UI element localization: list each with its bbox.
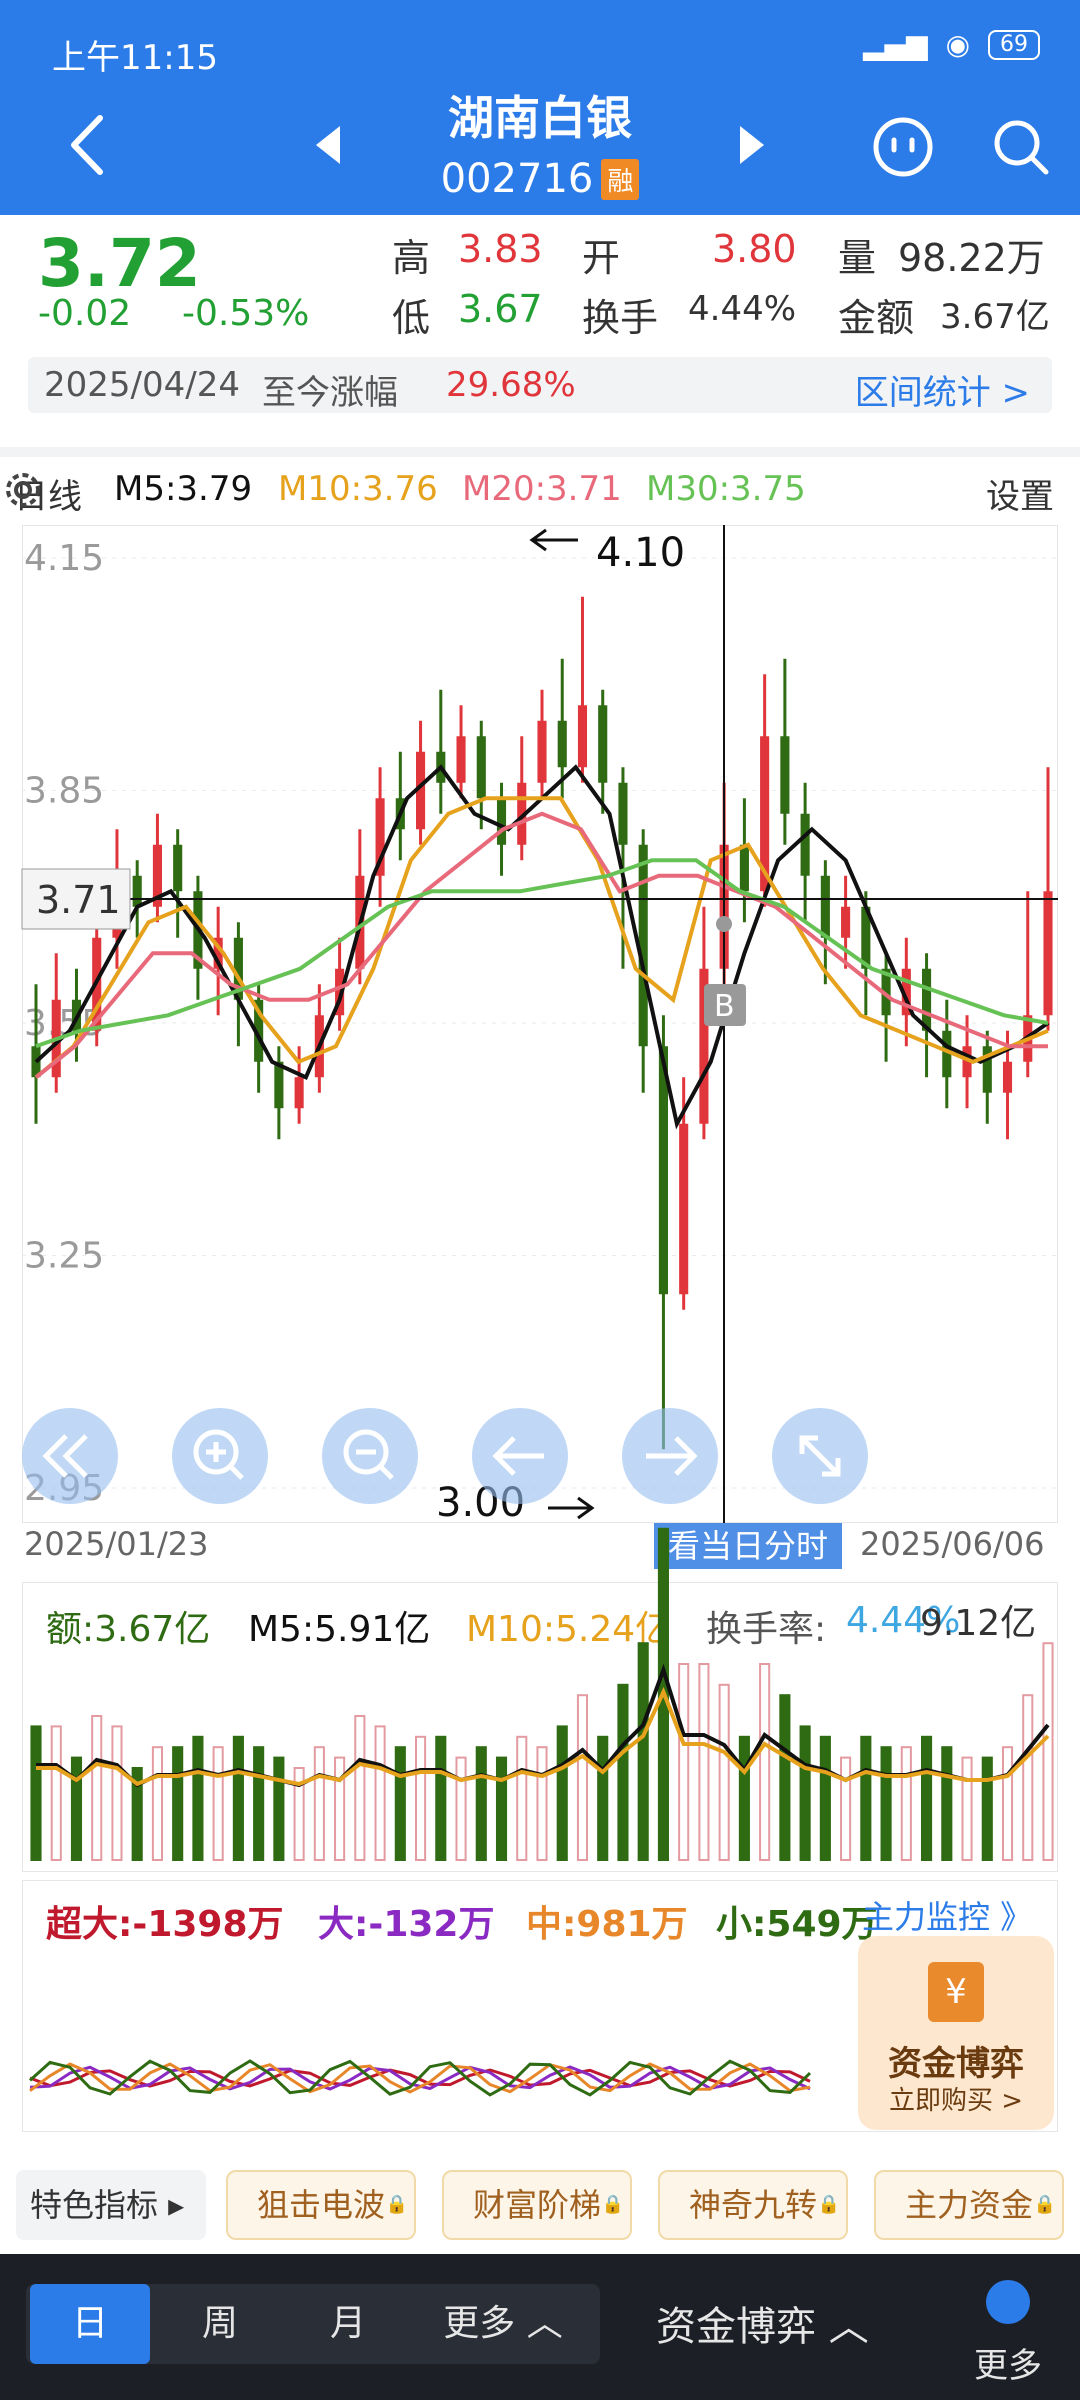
bottom-bar: 日 周 月 更多 ︿ 资金博弈 ︿ 更多 — [0, 2254, 1080, 2400]
candle-body — [132, 875, 142, 907]
candle-body — [537, 720, 547, 783]
lock-icon: 🔒 — [601, 2194, 624, 2215]
zoom-out-icon — [343, 1429, 394, 1480]
y-tick-label: 3.25 — [24, 1236, 104, 1277]
crosshair-dot — [716, 916, 732, 932]
candle-body — [294, 1077, 304, 1109]
candle-body — [922, 968, 932, 1031]
amount-label: 额:3.67亿 — [46, 1609, 211, 1650]
candle-body — [739, 844, 749, 892]
ma-lines — [34, 764, 1050, 1130]
promo-title: 资金博弈 — [888, 2044, 1024, 2084]
scroll-left-button[interactable] — [472, 1408, 568, 1504]
ma-line-m10 — [34, 796, 1049, 1079]
candle-body — [496, 798, 507, 845]
main-force-monitor-link[interactable]: 主力监控 》 — [862, 1892, 1032, 1938]
candle-body — [173, 844, 183, 892]
vol-m10-label: M10:5.24亿 — [466, 1609, 672, 1650]
ma-line-m20 — [34, 811, 1048, 1079]
special-indicators-menu[interactable]: 特色指标 ▸ — [16, 2170, 206, 2240]
tab-month[interactable]: 月 — [288, 2284, 408, 2364]
vol-m5-label: M5:5.91亿 — [248, 1609, 431, 1650]
arrow-left-icon — [492, 1436, 544, 1476]
y-tick-label: 3.85 — [24, 771, 104, 812]
indicator-chip[interactable]: 主力资金 🔒 — [874, 2170, 1064, 2240]
zoom-in-button[interactable] — [172, 1408, 268, 1504]
scroll-left-fast-button[interactable] — [22, 1408, 118, 1504]
candle-body — [557, 720, 567, 768]
candle-body — [800, 813, 810, 876]
candle-body — [820, 875, 830, 938]
candle-body — [456, 736, 466, 783]
crosshair-price-label: 3.71 — [36, 878, 121, 922]
lock-icon: 🔒 — [385, 2194, 408, 2215]
tab-more-periods[interactable]: 更多 ︿ — [418, 2284, 588, 2364]
turnover-rate-label: 换手率: — [706, 1609, 827, 1650]
candle-body — [476, 736, 486, 799]
more-label[interactable]: 更多 — [974, 2338, 1042, 2387]
candle-body — [577, 705, 588, 768]
candle-body — [1043, 891, 1053, 1016]
candle-body — [780, 736, 790, 814]
tab-week[interactable]: 周 — [160, 2284, 280, 2364]
small-flow: 小:549万 — [716, 1904, 878, 1945]
fullscreen-button[interactable] — [772, 1408, 868, 1504]
lock-icon: 🔒 — [817, 2194, 840, 2215]
x-axis-end-date: 2025/06/06 — [860, 1525, 1045, 1563]
zoom-in-icon — [193, 1429, 244, 1480]
zoom-out-button[interactable] — [322, 1408, 418, 1504]
buy-marker-label: B — [714, 989, 735, 1024]
capital-game-promo[interactable]: ¥ 资金博弈 立即购买 > — [858, 1936, 1054, 2130]
capital-game-tab[interactable]: 资金博弈 ︿ — [656, 2294, 869, 2352]
candle-body — [274, 1061, 284, 1109]
indicator-chip[interactable]: 狙击电波 🔒 — [226, 2170, 416, 2240]
max-price-annotation: 4.10 — [596, 530, 685, 576]
candle-body — [841, 906, 851, 938]
more-icon[interactable] — [986, 2280, 1030, 2324]
scroll-right-button[interactable] — [622, 1408, 718, 1504]
indicator-chip[interactable]: 财富阶梯 🔒 — [442, 2170, 632, 2240]
coupon-icon: ¥ — [928, 1962, 984, 2022]
promo-buy-link[interactable]: 立即购买 > — [858, 2080, 1054, 2117]
indicator-chip[interactable]: 神奇九转 🔒 — [658, 2170, 848, 2240]
intraday-button[interactable]: 看当日分时 — [654, 1523, 842, 1569]
lock-icon: 🔒 — [1033, 2194, 1056, 2215]
candle-body — [618, 782, 628, 845]
kline-chart[interactable]: 4.153.853.553.252.95 3.714.103.00B — [0, 0, 1080, 1530]
double-chevron-left-icon — [42, 1434, 88, 1478]
grid-lines — [22, 557, 1058, 1489]
y-tick-label: 4.15 — [24, 538, 104, 579]
candle-body — [598, 705, 608, 783]
expand-icon — [799, 1435, 841, 1477]
arrow-right-icon — [646, 1436, 698, 1476]
candle-body — [1002, 1061, 1013, 1093]
candle-body — [679, 1123, 689, 1295]
super-large-flow: 超大:-1398万 — [46, 1904, 284, 1945]
tab-day[interactable]: 日 — [30, 2284, 150, 2364]
medium-flow: 中:981万 — [526, 1904, 688, 1945]
overlay: 3.714.103.00B — [21, 525, 1058, 1530]
volume-max-label: 9.12亿 — [920, 1603, 1037, 1644]
x-axis-start-date: 2025/01/23 — [24, 1525, 209, 1563]
large-flow: 大:-132万 — [318, 1904, 495, 1945]
period-segment: 日 周 月 更多 ︿ — [26, 2284, 600, 2364]
ma-line-m5 — [34, 764, 1050, 1130]
